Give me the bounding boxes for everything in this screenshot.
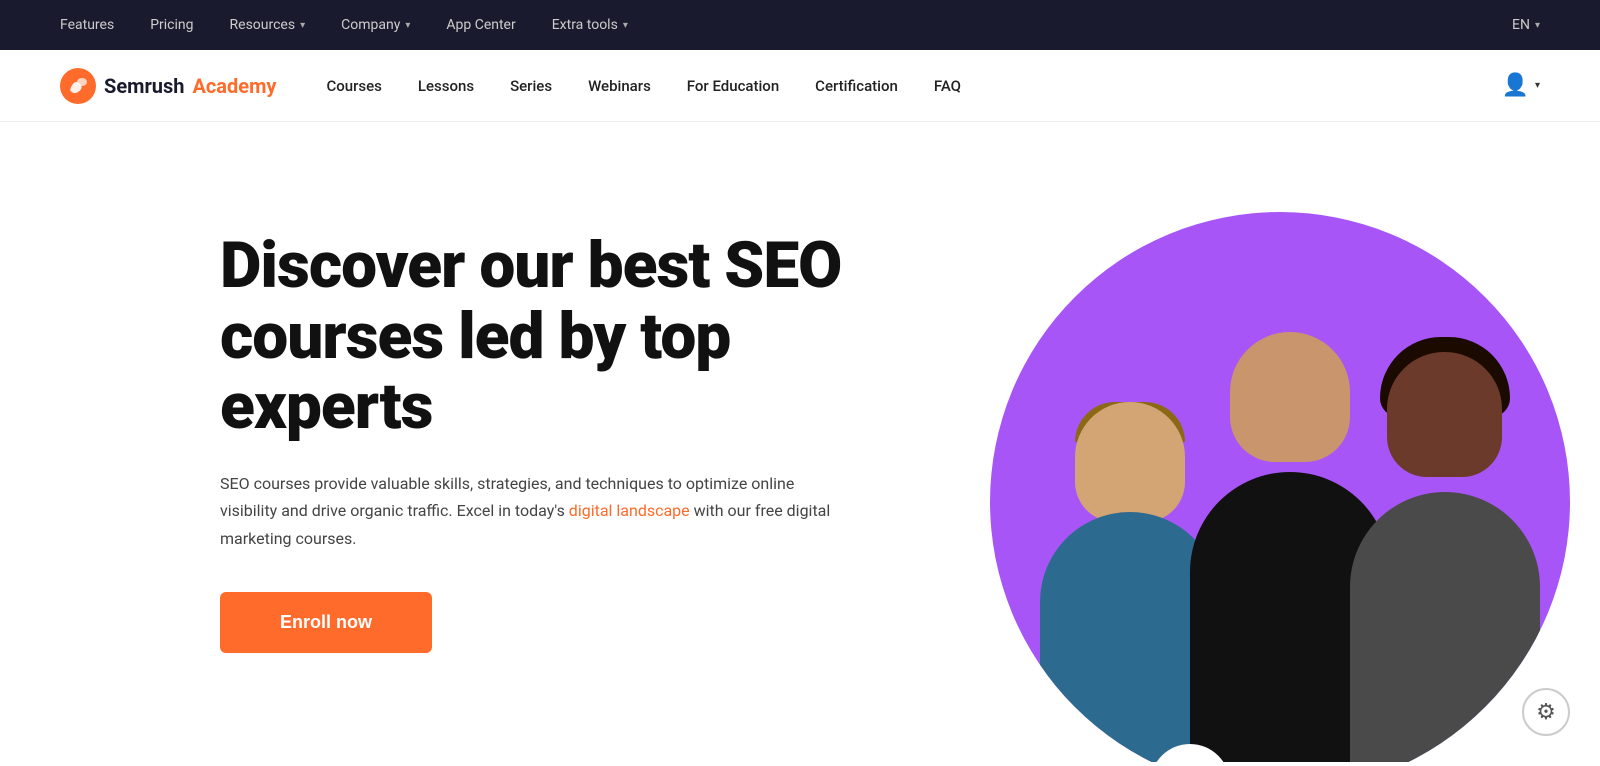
- top-navigation-bar: Features Pricing Resources ▾ Company ▾ A…: [0, 0, 1600, 50]
- top-nav-pricing[interactable]: Pricing: [150, 17, 193, 33]
- main-nav-links: Courses Lessons Series Webinars For Educ…: [326, 77, 961, 95]
- top-nav-company[interactable]: Company ▾: [341, 17, 410, 33]
- hero-circle-bg: [990, 212, 1570, 762]
- logo-text-academy: Academy: [192, 74, 276, 98]
- hero-description-link[interactable]: digital landscape: [569, 501, 690, 520]
- nav-webinars[interactable]: Webinars: [588, 77, 651, 95]
- company-chevron-icon: ▾: [405, 20, 410, 31]
- logo-text-semrush: Semrush: [104, 74, 184, 98]
- nav-certification[interactable]: Certification: [815, 77, 898, 95]
- instructor-3-body: [1350, 492, 1540, 762]
- nav-faq[interactable]: FAQ: [934, 77, 961, 95]
- hero-title: Discover our best SEO courses led by top…: [220, 231, 940, 442]
- main-navigation: Semrush Academy Courses Lessons Series W…: [0, 50, 1600, 122]
- hero-content: Discover our best SEO courses led by top…: [220, 231, 940, 653]
- top-nav-extra-tools[interactable]: Extra tools ▾: [552, 17, 628, 33]
- extra-tools-chevron-icon: ▾: [623, 20, 628, 31]
- logo-link[interactable]: Semrush Academy: [60, 68, 276, 104]
- instructor-2-head: [1230, 332, 1350, 462]
- top-nav-links: Features Pricing Resources ▾ Company ▾ A…: [60, 17, 628, 33]
- instructor-3-head: [1387, 352, 1502, 477]
- user-chevron-icon: ▾: [1535, 80, 1540, 91]
- user-account-icon: 👤: [1502, 73, 1529, 98]
- nav-lessons[interactable]: Lessons: [418, 77, 474, 95]
- hero-section: Discover our best SEO courses led by top…: [0, 122, 1600, 762]
- settings-button[interactable]: ⚙: [1522, 688, 1570, 736]
- nav-center-group: Semrush Academy Courses Lessons Series W…: [60, 68, 1502, 104]
- user-account-button[interactable]: 👤 ▾: [1502, 73, 1540, 98]
- top-nav-features[interactable]: Features: [60, 17, 114, 33]
- instructor-1-head: [1075, 402, 1185, 522]
- hero-description: SEO courses provide valuable skills, str…: [220, 470, 840, 552]
- instructor-3: [1340, 332, 1550, 762]
- nav-series[interactable]: Series: [510, 77, 552, 95]
- enroll-now-button[interactable]: Enroll now: [220, 592, 432, 653]
- top-nav-app-center[interactable]: App Center: [446, 17, 515, 33]
- semrush-logo-icon: [60, 68, 96, 104]
- language-selector[interactable]: EN ▾: [1512, 17, 1540, 33]
- nav-for-education[interactable]: For Education: [687, 77, 779, 95]
- instructors-image: [990, 212, 1570, 762]
- resources-chevron-icon: ▾: [300, 20, 305, 31]
- hero-image-area: [960, 202, 1600, 762]
- settings-icon: ⚙: [1536, 700, 1556, 725]
- nav-courses[interactable]: Courses: [326, 77, 381, 95]
- lang-chevron-icon: ▾: [1535, 20, 1540, 31]
- top-nav-resources[interactable]: Resources ▾: [230, 17, 306, 33]
